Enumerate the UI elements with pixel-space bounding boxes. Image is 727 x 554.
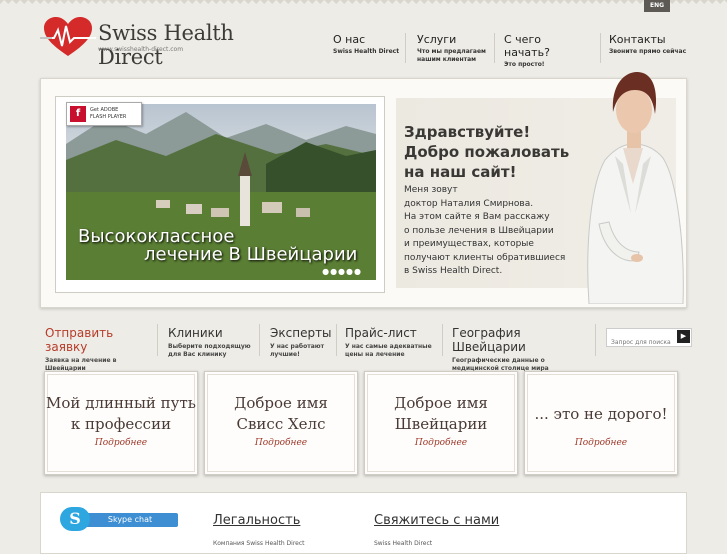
nav-contacts-sub: Звоните прямо сейчас	[609, 48, 687, 55]
contact-us-link[interactable]: Свяжитесь с нами	[374, 513, 499, 528]
feature-card[interactable]: ... это не дорого! Подробнее	[524, 371, 678, 475]
subnav-clinics[interactable]: Клиники Выберите подходящую для Вас клин…	[168, 326, 252, 359]
footer-text: Swiss Health Direct	[374, 540, 433, 547]
heart-logo-icon	[40, 17, 96, 56]
card-title-line: Доброе имя	[394, 394, 488, 412]
card-title: Мой длинный путь к профессии	[45, 393, 197, 435]
nav-contacts-label: Контакты	[609, 33, 666, 46]
subnav-divider	[336, 324, 337, 356]
skype-chat-button[interactable]: Skype chat S	[60, 507, 180, 531]
subnav-label: География Швейцарии	[452, 326, 526, 354]
feature-card[interactable]: Доброе имя Свисс Хелс Подробнее	[204, 371, 358, 475]
language-switch[interactable]: ENG	[644, 0, 670, 12]
card-title-line: Доброе имя	[234, 394, 328, 412]
subnav-divider	[595, 324, 596, 356]
search-input[interactable]	[607, 335, 677, 350]
welcome-title-line: Здравствуйте!	[404, 123, 531, 141]
subnav-geography[interactable]: География Швейцарии Географические данны…	[452, 326, 562, 373]
nav-start-label: С чего начать?	[504, 33, 550, 59]
card-title-line: ... это не дорого!	[534, 405, 668, 423]
card-more-link[interactable]: Подробнее	[205, 438, 357, 448]
card-title-line: к профессии	[70, 415, 172, 433]
subnav-send-request[interactable]: Отправить заявку Заявка на лечение в Шве…	[45, 326, 125, 373]
feature-card[interactable]: Доброе имя Швейцарии Подробнее	[364, 371, 518, 475]
get-flash-player-badge[interactable]: f Get ADOBE FLASH PLAYER	[66, 102, 142, 126]
top-border-pattern	[0, 0, 727, 6]
welcome-text-line: На этом сайте я Вам расскажу	[404, 212, 550, 222]
subnav-label: Прайс-лист	[345, 326, 417, 340]
legality-link[interactable]: Легальность	[213, 513, 300, 528]
footer-text: Компания Swiss Health Direct	[213, 540, 305, 547]
nav-about[interactable]: О нас Swiss Health Direct	[333, 33, 403, 73]
welcome-text-line: о пользе лечения в Швейцарии	[404, 225, 554, 236]
slideshow-caption-line2: лечение В Швейцарии	[144, 244, 358, 265]
card-title-line: Свисс Хелс	[236, 415, 326, 433]
nav-about-label: О нас	[333, 33, 366, 46]
card-more-link[interactable]: Подробнее	[525, 438, 677, 448]
skype-chat-label: Skype chat	[82, 513, 178, 527]
subnav-experts[interactable]: Эксперты У нас работают лучшие!	[270, 326, 332, 359]
subnav-sub: У нас работают лучшие!	[270, 343, 325, 358]
logo-title: Swiss Health Direct	[98, 21, 234, 69]
nav-divider	[494, 33, 495, 63]
welcome-title-line: на наш сайт!	[404, 163, 517, 181]
nav-services-sub: Что мы предлагаем нашим клиентам	[417, 48, 486, 63]
nav-divider	[600, 33, 601, 63]
nav-start-sub: Это просто!	[504, 61, 545, 68]
subnav-label: Клиники	[168, 326, 223, 340]
card-title: Доброе имя Швейцарии	[365, 393, 517, 435]
subnav-sub: Выберите подходящую для Вас клинику	[168, 343, 251, 358]
logo-url: www.swisshealth-direct.com	[98, 46, 184, 53]
feature-card[interactable]: Мой длинный путь к профессии Подробнее	[44, 371, 198, 475]
logo[interactable]: Swiss Health Direct www.swisshealth-dire…	[40, 14, 290, 69]
nav-services-label: Услуги	[417, 33, 457, 46]
card-title-line: Мой длинный путь	[46, 394, 196, 412]
card-more-link[interactable]: Подробнее	[365, 438, 517, 448]
subnav-divider	[442, 324, 443, 356]
welcome-text-line: Меня зовут	[404, 185, 458, 195]
doctor-portrait	[587, 72, 684, 304]
subnav-sub: У нас самые адекватные цены на лечение	[345, 343, 432, 358]
nav-start[interactable]: С чего начать? Это просто!	[504, 33, 584, 73]
flash-line1: Get ADOBE	[90, 107, 119, 113]
nav-divider	[405, 33, 406, 63]
card-more-link[interactable]: Подробнее	[45, 438, 197, 448]
welcome-text-line: доктор Наталия Смирнова.	[404, 198, 534, 209]
welcome-text-line: и преимуществах, которые	[404, 239, 534, 249]
welcome-title: Здравствуйте! Добро пожаловать на наш са…	[404, 122, 569, 182]
search-box: ▶	[606, 328, 692, 350]
subnav-price-list[interactable]: Прайс-лист У нас самые адекватные цены н…	[345, 326, 437, 359]
welcome-title-line: Добро пожаловать	[404, 143, 570, 161]
subnav-label: Отправить заявку	[45, 326, 114, 354]
card-title: Доброе имя Свисс Хелс	[205, 393, 357, 435]
flash-icon: f	[70, 106, 86, 122]
welcome-text-line: в Swiss Health Direct.	[404, 266, 503, 276]
welcome-text: Меня зовут доктор Наталия Смирнова. На э…	[404, 184, 565, 279]
search-submit-arrow-icon[interactable]: ▶	[677, 330, 690, 343]
subnav-divider	[157, 324, 158, 356]
nav-services[interactable]: Услуги Что мы предлагаем нашим клиентам	[417, 33, 489, 73]
subnav-label: Эксперты	[270, 326, 332, 340]
flash-line2: FLASH PLAYER	[90, 114, 127, 120]
welcome-text-line: получают клиенты обратившиеся	[404, 252, 566, 263]
slideshow-image[interactable]: Высококлассное лечение В Швейцарии ●●●●●	[66, 104, 376, 280]
slideshow-pager[interactable]: ●●●●●	[322, 267, 362, 276]
skype-icon: S	[60, 507, 90, 531]
subnav-divider	[259, 324, 260, 356]
card-title-line: Швейцарии	[394, 415, 488, 433]
card-title: ... это не дорого!	[525, 404, 677, 425]
nav-about-sub: Swiss Health Direct	[333, 48, 400, 55]
